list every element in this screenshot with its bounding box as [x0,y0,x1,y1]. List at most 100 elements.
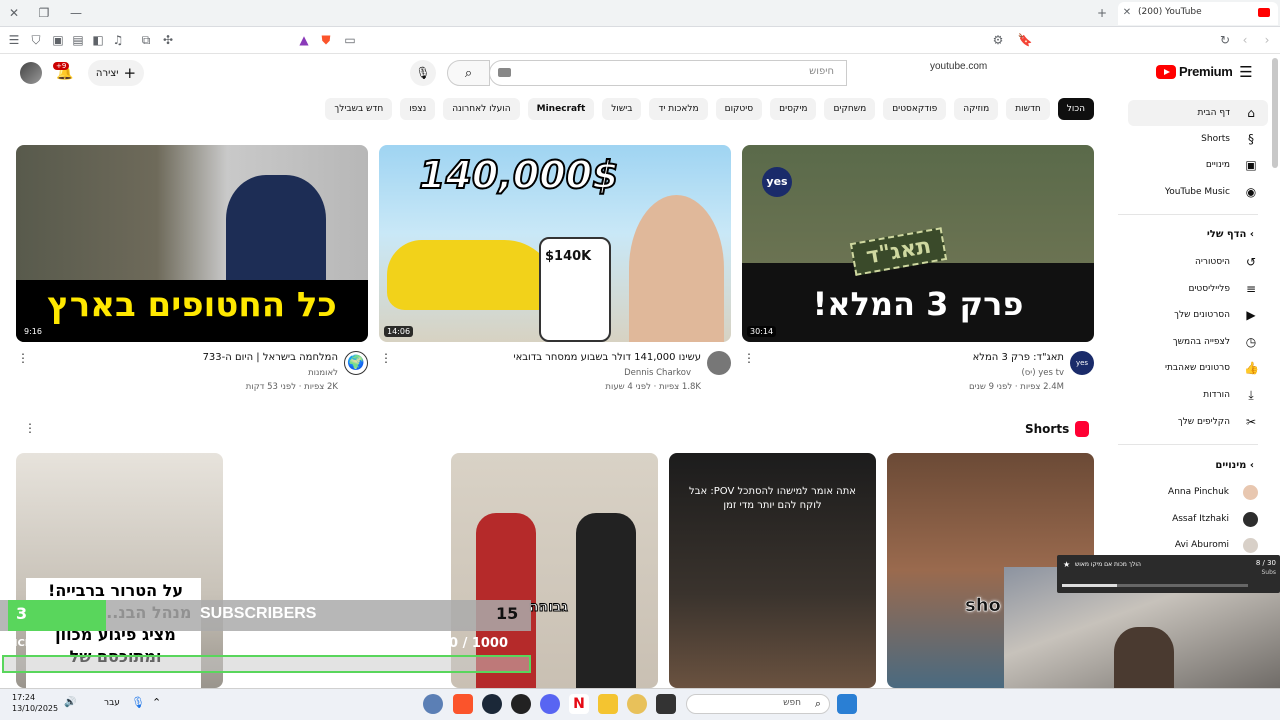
more-options-icon[interactable]: ⋮ [17,351,29,365]
clock-date[interactable]: 13/10/2025 [12,704,58,713]
keyboard-icon[interactable] [498,68,511,77]
video-title[interactable]: תאג"ד: פרק 3 המלא [973,352,1064,363]
minimize-window-icon[interactable]: — [66,3,86,23]
steam-icon[interactable] [482,694,502,714]
short-card[interactable]: גבוהה [451,453,658,688]
volume-icon[interactable]: 🔊 [64,697,76,708]
extensions-icon[interactable]: ✣ [158,30,178,50]
channel-name[interactable]: yes tv (יס) [1021,368,1064,378]
chip[interactable]: חדשות [1006,98,1050,120]
page-scrollbar[interactable] [1272,58,1278,168]
sidebar-item-home[interactable]: ⌂ דף הבית [1128,100,1268,126]
tray-chevron-icon[interactable]: ⌃ [152,696,161,709]
screenshot-icon[interactable]: ⧉ [136,30,156,50]
sidebar-item-clips[interactable]: ✂ הקליפים שלך [1128,409,1268,435]
more-options-icon[interactable]: ⋮ [743,351,755,365]
channel-name[interactable]: Dennis Charkov [624,368,691,378]
new-tab-icon[interactable]: + [1092,3,1112,23]
voice-search-button[interactable]: 🎙 [410,60,436,86]
chip[interactable]: מלאכות יד [649,98,708,120]
person-image [576,513,636,688]
netflix-icon[interactable]: N [569,694,589,714]
chip[interactable]: מוזיקה [954,98,999,120]
wallet-icon[interactable]: ▣ [48,30,68,50]
sidebar-icon[interactable]: ◧ [88,30,108,50]
search-input[interactable]: חיפוש [489,60,847,86]
more-options-icon[interactable]: ⋮ [380,351,392,365]
short-card[interactable]: אתה אומר למישהו להסתכל POV: אבל לוקח להם… [669,453,876,688]
reader-icon[interactable]: ▤ [68,30,88,50]
close-window-icon[interactable]: ✕ [4,3,24,23]
microphone-tray-icon[interactable]: 🎙 [131,696,145,709]
sidebar-item-playlists[interactable]: ≡ פלייליסטים [1128,276,1268,302]
close-tab-icon[interactable]: ✕ [1117,3,1137,23]
brave-browser-icon[interactable] [453,694,473,714]
taskbar-search-input[interactable]: חפש ⌕ [686,694,830,714]
chip[interactable]: נצפו [400,98,436,120]
video-thumbnail[interactable]: 140,000$ $140K 14:06 [379,145,731,342]
sidebar-item-downloads[interactable]: ⤓ הורדות [1128,382,1268,408]
forward-icon[interactable]: ‹ [1235,30,1255,50]
account-avatar[interactable] [20,62,42,84]
windows-start-icon[interactable] [837,694,857,714]
sidebar-sub-item[interactable]: Assaf Itzhaki [1128,506,1268,532]
sidebar-item-music[interactable]: ◉ YouTube Music [1128,179,1268,205]
you-heading[interactable]: הדף שלי ‹ [1207,229,1254,240]
create-button[interactable]: יצירה + [88,60,144,86]
sidebar-item-history[interactable]: ↺ היסטוריה [1128,249,1268,275]
terminal-icon[interactable] [656,694,676,714]
plus-icon: + [123,64,137,82]
file-explorer-icon[interactable] [598,694,618,714]
sidebar-sub-item[interactable]: Anna Pinchuk [1128,479,1268,505]
short-card[interactable]: על הטרור ברבייה! מנהל הבנ... בלייכמן מצי… [16,453,223,688]
chip[interactable]: בישול [602,98,642,120]
channel-avatar[interactable]: 🌍 [344,351,368,375]
sidebar-item-watch-later[interactable]: ◷ לצפייה בהמשך [1128,329,1268,355]
widget-progress-fill [1062,584,1117,587]
clock-time[interactable]: 17:24 [12,693,35,702]
chip[interactable]: פודקאסטים [883,98,947,120]
settings-app-icon[interactable] [423,694,443,714]
youtube-premium-logo[interactable]: Premium [1156,64,1233,79]
channel-avatar[interactable] [707,351,731,375]
video-thumbnail[interactable]: yes תאג"ד פרק 3 המלא! 30:14 [742,145,1094,342]
video-thumbnail[interactable]: כל החטופים בארץ 9:16 [16,145,368,342]
menu-icon[interactable]: ☰ [4,30,24,50]
chatgpt-icon[interactable] [511,694,531,714]
video-title[interactable]: המלחמה בישראל | היום ה-733 [203,352,338,363]
search-button[interactable]: ⌕ [447,60,490,86]
shield-icon[interactable]: ⛉ [26,30,46,50]
sidebar-item-label: דף הבית [1197,108,1230,118]
bookmark-icon[interactable]: 🔖 [1015,30,1035,50]
channel-avatar[interactable]: yes [1070,351,1094,375]
chip[interactable]: מיקסים [770,98,817,120]
app-icon[interactable] [627,694,647,714]
site-settings-icon[interactable]: ⚙ [988,30,1008,50]
chip[interactable]: הועלו לאחרונה [443,98,520,120]
video-title[interactable]: עשינו 141,000 דולר בשבוע ממסחר בדובאי [513,352,701,363]
sidebar-item-subscriptions[interactable]: ▣ מינויים [1128,152,1268,178]
discord-icon[interactable] [540,694,560,714]
chip[interactable]: חדש בשבילך [325,98,393,120]
subscriptions-heading[interactable]: מינויים ‹ [1215,460,1254,471]
brave-shield-icon[interactable]: ⛊ [316,30,336,50]
shorts-more-options-icon[interactable]: ⋮ [24,421,36,435]
chip[interactable]: סיטקום [715,98,763,120]
wallet-card-icon[interactable]: ▭ [340,30,360,50]
url-text[interactable]: youtube.com [930,61,987,72]
music-note-icon[interactable]: ♫ [108,30,128,50]
guide-menu-icon[interactable]: ☰ [1236,62,1256,82]
chip[interactable]: Minecraft [527,98,595,120]
sidebar-item-shorts[interactable]: § Shorts [1128,126,1268,152]
subscriber-count: 3 [16,604,28,623]
sidebar-item-your-videos[interactable]: ▶ הסרטונים שלך [1128,302,1268,328]
language-indicator[interactable]: עבר [104,698,120,708]
chip[interactable]: הכול [1057,98,1094,120]
chip[interactable]: משחקים [824,98,876,120]
reload-icon[interactable]: ↻ [1215,30,1235,50]
back-icon[interactable]: › [1257,30,1277,50]
restore-window-icon[interactable]: ❐ [34,3,54,23]
sidebar-item-liked[interactable]: 👍 סרטונים שאהבתי [1128,355,1268,381]
channel-name[interactable]: לאומנות [308,368,338,378]
rewards-icon[interactable]: ▲ [294,30,314,50]
